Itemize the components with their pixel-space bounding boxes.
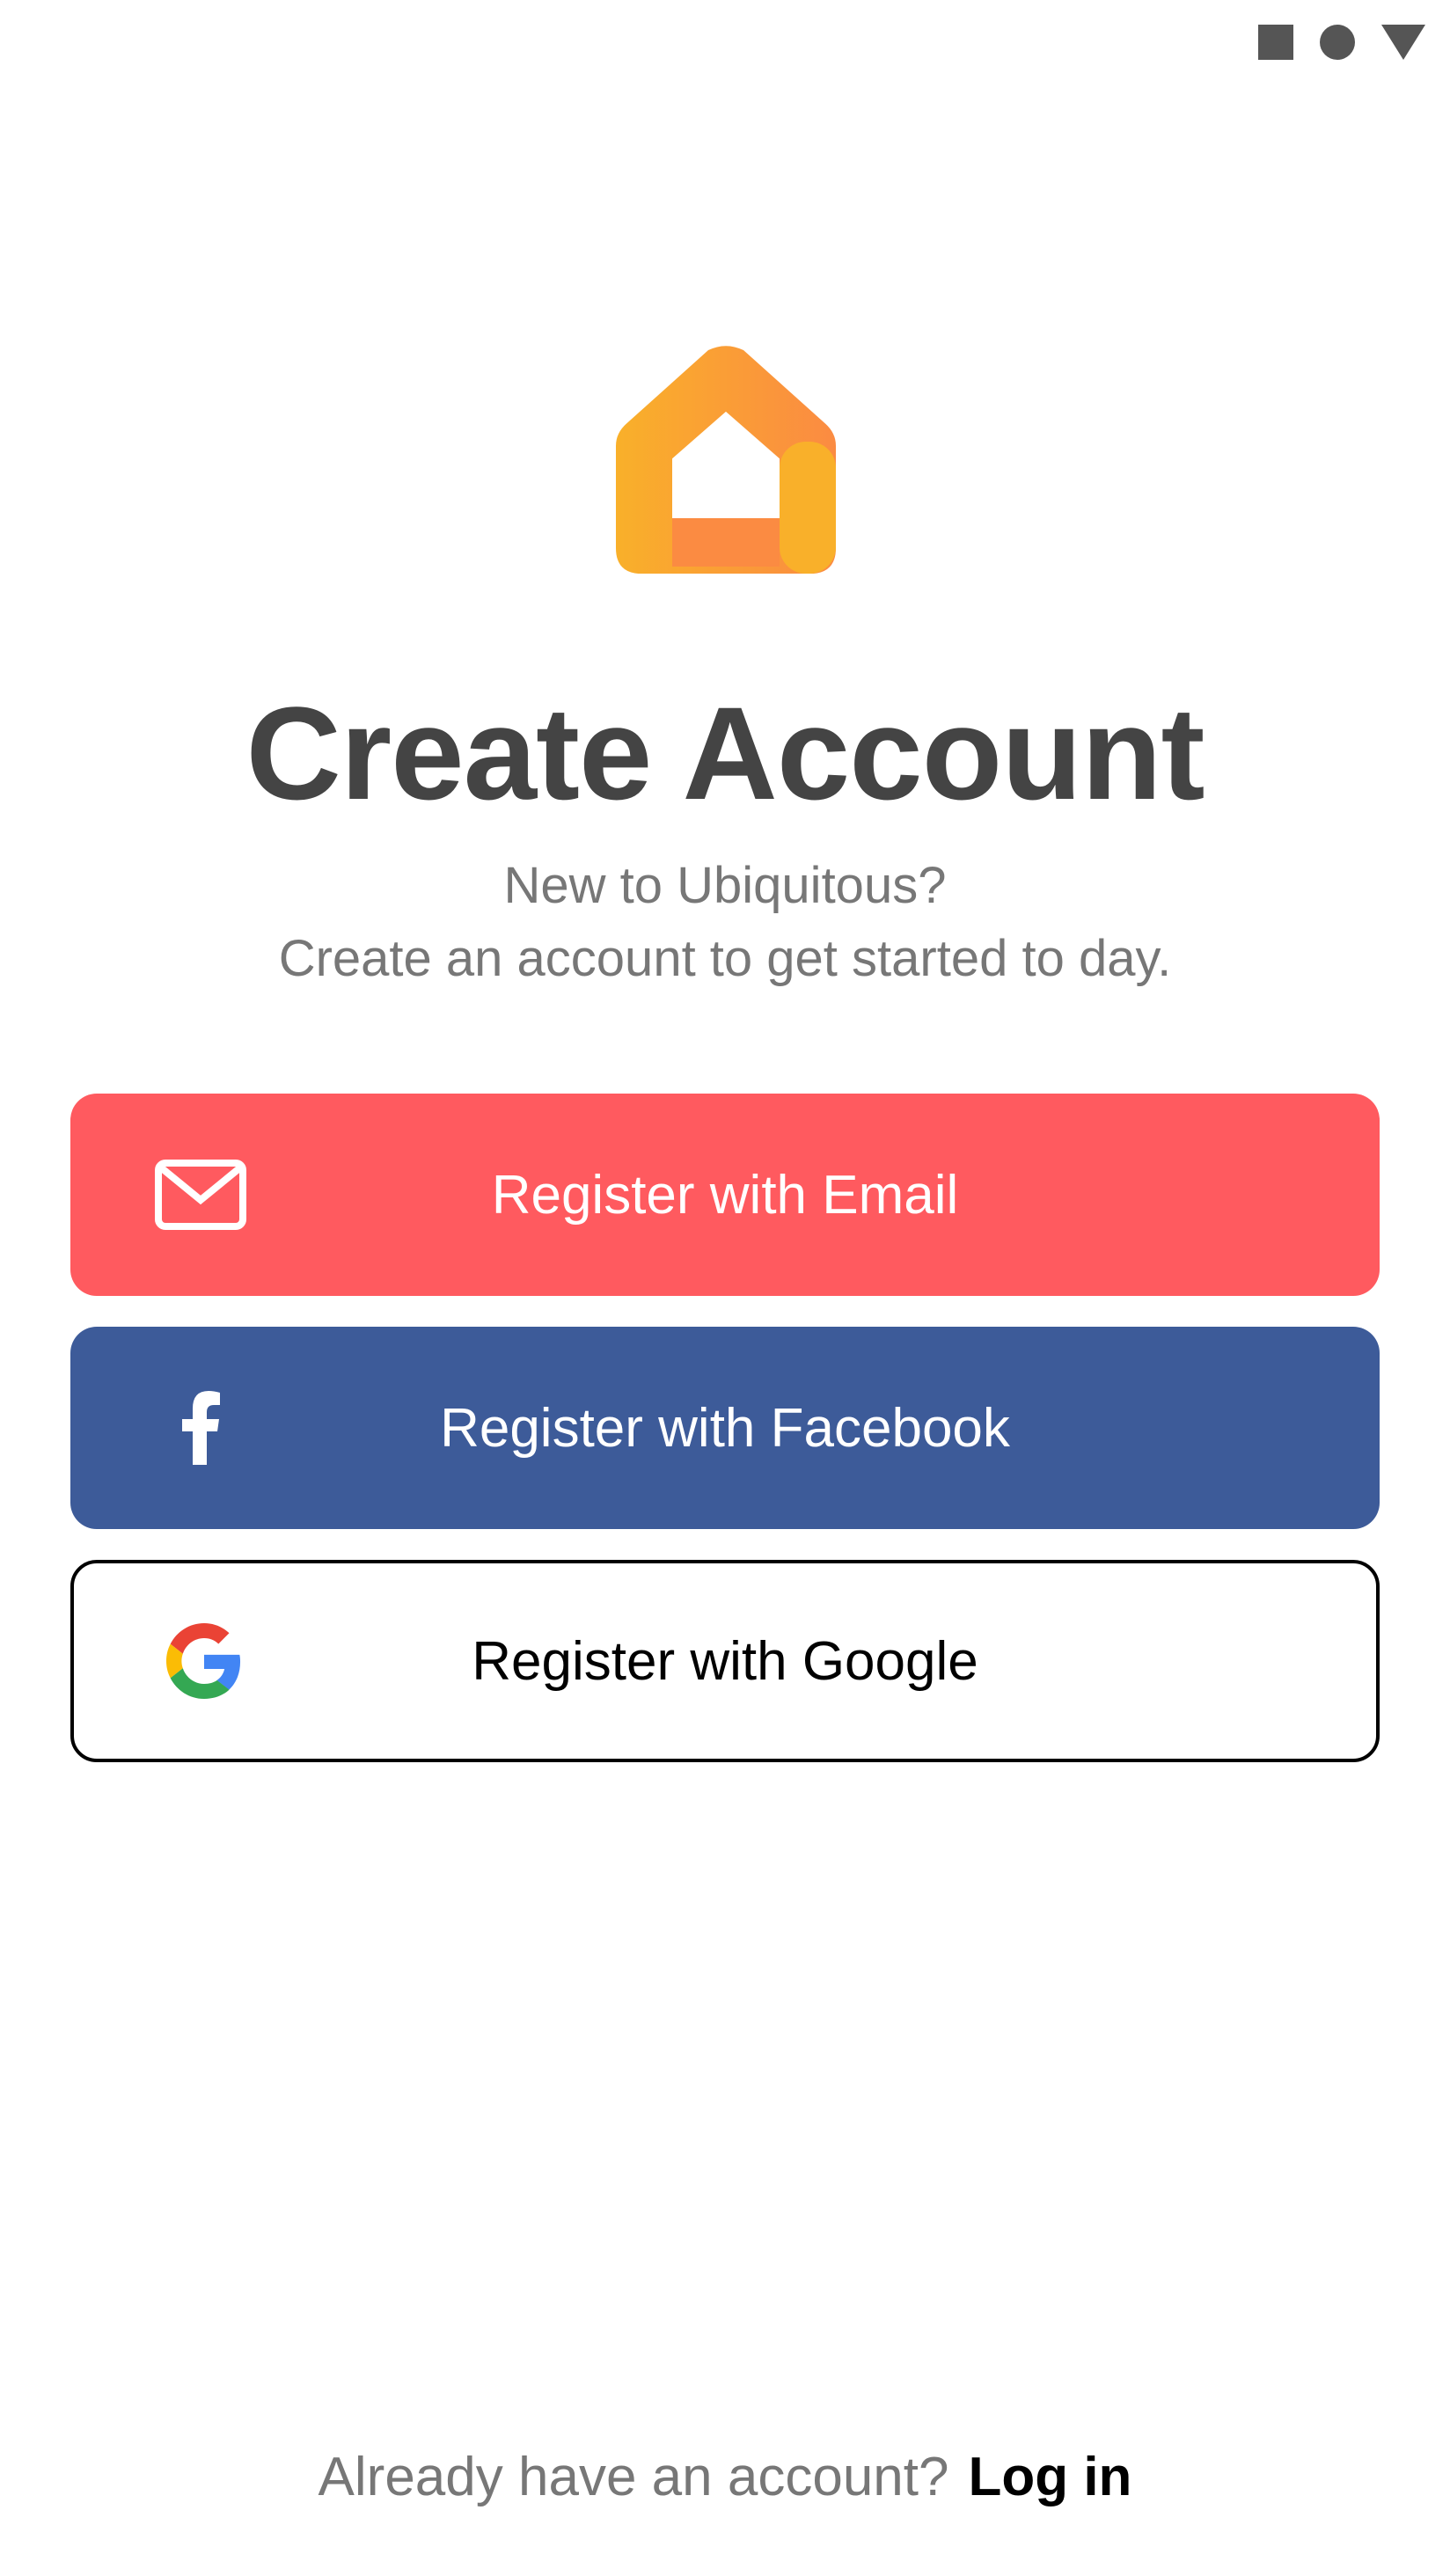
google-icon bbox=[158, 1623, 250, 1699]
subtitle-line-2: Create an account to get started to day. bbox=[278, 930, 1172, 987]
subtitle-line-1: New to Ubiquitous? bbox=[503, 857, 947, 914]
register-email-label: Register with Email bbox=[491, 1164, 959, 1226]
login-prompt: Already have an account? bbox=[318, 2447, 949, 2507]
login-link[interactable]: Log in bbox=[968, 2447, 1131, 2507]
status-bar bbox=[1258, 25, 1425, 60]
circle-icon bbox=[1320, 25, 1355, 60]
footer: Already have an account? Log in bbox=[0, 2446, 1450, 2508]
square-icon bbox=[1258, 25, 1293, 60]
page-title: Create Account bbox=[245, 679, 1205, 827]
register-google-button[interactable]: Register with Google bbox=[70, 1560, 1380, 1762]
subtitle: New to Ubiquitous? Create an account to … bbox=[0, 849, 1450, 995]
facebook-icon bbox=[155, 1391, 246, 1465]
mail-icon bbox=[155, 1158, 246, 1232]
register-facebook-button[interactable]: Register with Facebook bbox=[70, 1327, 1380, 1529]
register-facebook-label: Register with Facebook bbox=[440, 1397, 1010, 1459]
register-email-button[interactable]: Register with Email bbox=[70, 1094, 1380, 1296]
triangle-icon bbox=[1381, 25, 1425, 60]
house-logo-icon bbox=[616, 346, 836, 574]
register-google-label: Register with Google bbox=[472, 1630, 978, 1692]
